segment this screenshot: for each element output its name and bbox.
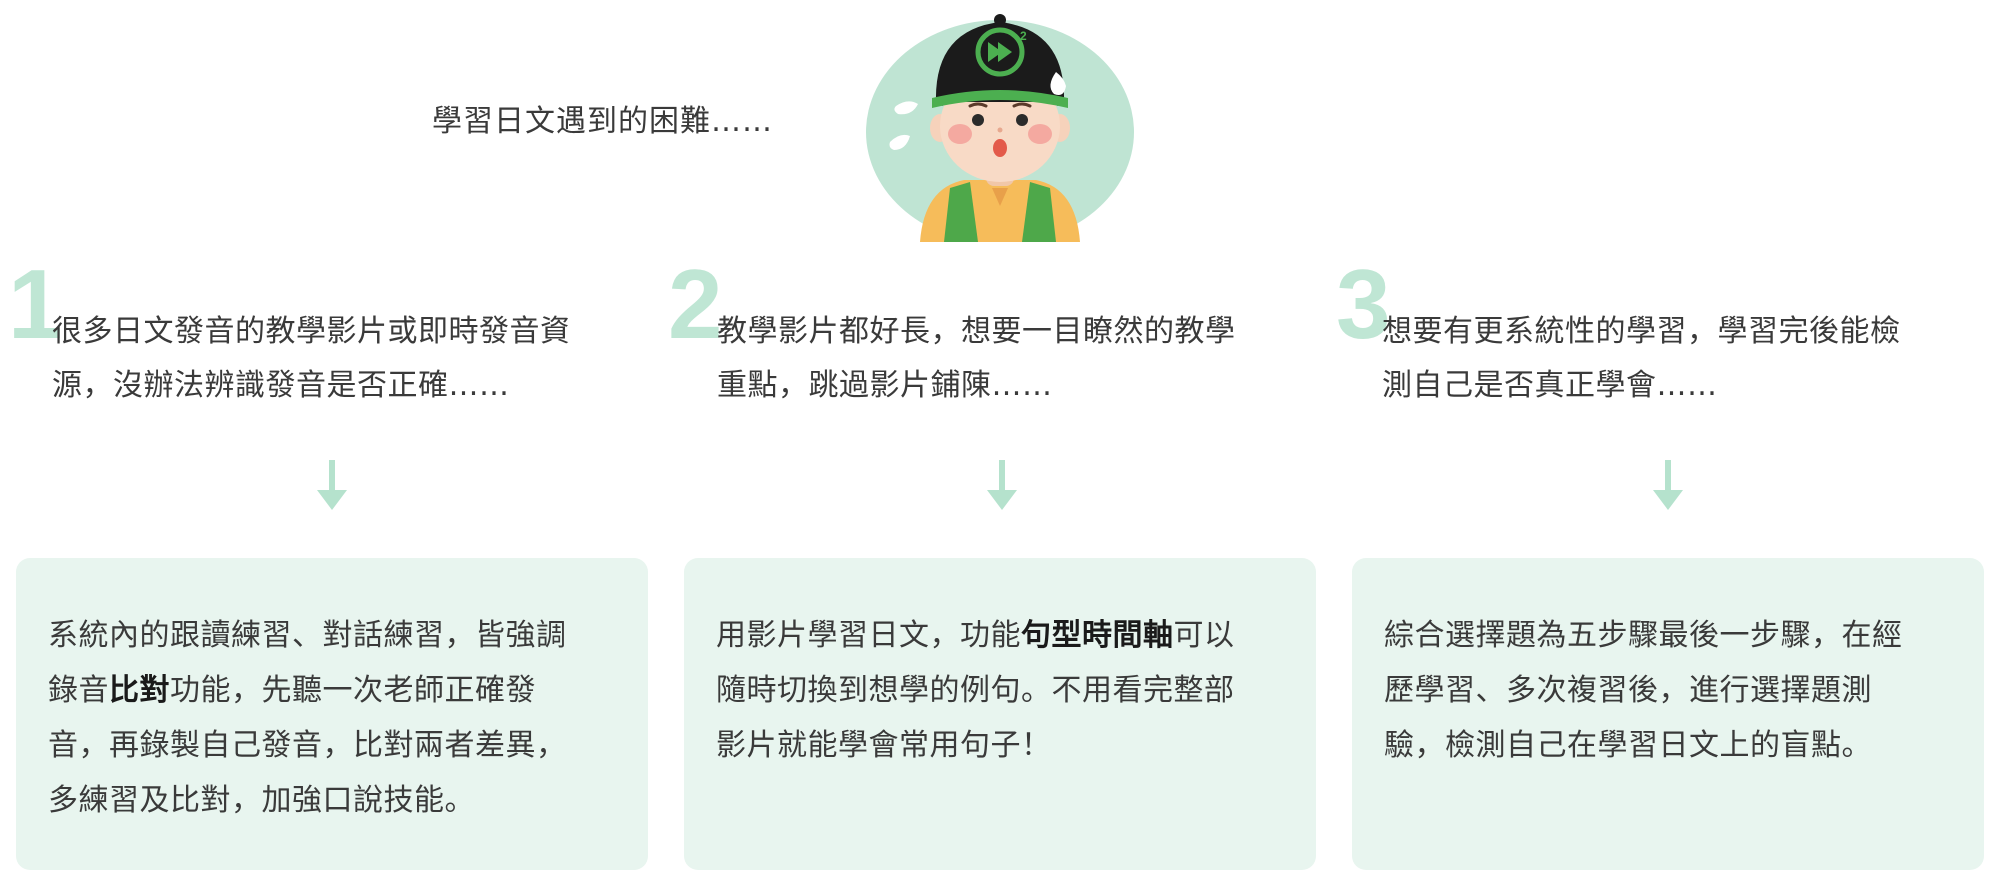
solution-line: 錄音比對功能，先聽一次老師正確發 bbox=[48, 663, 567, 718]
arrow-down-icon bbox=[1653, 460, 1683, 510]
problem-line: 重點，跳過影片鋪陳…… bbox=[717, 368, 1053, 403]
solution-text: 綜合選擇題為五步驟最後一步驟，在經 歷學習、多次複習後，進行選擇題測 驗，檢測自… bbox=[1384, 608, 1903, 773]
highlight-text: 句型時間軸 bbox=[1021, 618, 1174, 653]
problem-line: 很多日文發音的教學影片或即時發音資 bbox=[52, 314, 571, 349]
text-segment: 功能，先聽一次老師正確發 bbox=[170, 673, 536, 708]
text-segment: 可以 bbox=[1173, 618, 1235, 653]
svg-text:2: 2 bbox=[1020, 29, 1027, 43]
solution-card-2: 用影片學習日文，功能句型時間軸可以 隨時切換到想學的例句。不用看完整部 影片就能… bbox=[684, 558, 1316, 870]
solution-text: 系統內的跟讀練習、對話練習，皆強調 錄音比對功能，先聽一次老師正確發 音，再錄製… bbox=[48, 608, 567, 828]
problem-text: 想要有更系統性的學習，學習完後能檢 測自己是否真正學會…… bbox=[1382, 305, 1901, 413]
solution-line: 多練習及比對，加強口說技能。 bbox=[48, 783, 475, 818]
solution-line: 歷學習、多次複習後，進行選擇題測 bbox=[1384, 673, 1872, 708]
solution-line: 音，再錄製自己發音，比對兩者差異， bbox=[48, 728, 567, 763]
solution-line: 驗，檢測自己在學習日文上的盲點。 bbox=[1384, 728, 1872, 763]
step-number: 2 bbox=[668, 249, 723, 359]
problem-line: 源，沒辦法辨識發音是否正確…… bbox=[52, 368, 510, 403]
solution-card-3: 綜合選擇題為五步驟最後一步驟，在經 歷學習、多次複習後，進行選擇題測 驗，檢測自… bbox=[1352, 558, 1984, 870]
problem-line: 教學影片都好長，想要一目瞭然的教學 bbox=[717, 314, 1236, 349]
solution-line: 系統內的跟讀練習、對話練習，皆強調 bbox=[48, 618, 567, 653]
solution-line: 用影片學習日文，功能句型時間軸可以 bbox=[716, 608, 1235, 663]
arrow-down-icon bbox=[987, 460, 1017, 510]
text-segment: 用影片學習日文，功能 bbox=[716, 618, 1021, 653]
text-segment: 錄音 bbox=[48, 673, 109, 708]
solution-line: 隨時切換到想學的例句。不用看完整部 bbox=[716, 673, 1235, 708]
problem-text: 教學影片都好長，想要一目瞭然的教學 重點，跳過影片鋪陳…… bbox=[717, 305, 1236, 413]
solution-card-1: 系統內的跟讀練習、對話練習，皆強調 錄音比對功能，先聽一次老師正確發 音，再錄製… bbox=[16, 558, 648, 870]
problem-line: 想要有更系統性的學習，學習完後能檢 bbox=[1382, 314, 1901, 349]
problem-text: 很多日文發音的教學影片或即時發音資 源，沒辦法辨識發音是否正確…… bbox=[52, 305, 571, 413]
problem-line: 測自己是否真正學會…… bbox=[1382, 368, 1718, 403]
solution-line: 影片就能學會常用句子！ bbox=[716, 728, 1052, 763]
arrow-down-icon bbox=[317, 460, 347, 510]
boy-with-cap-avatar: 2 bbox=[866, 14, 1134, 242]
solution-text: 用影片學習日文，功能句型時間軸可以 隨時切換到想學的例句。不用看完整部 影片就能… bbox=[716, 608, 1235, 773]
solution-line: 綜合選擇題為五步驟最後一步驟，在經 bbox=[1384, 618, 1903, 653]
highlight-text: 比對 bbox=[109, 673, 170, 708]
intro-heading: 學習日文遇到的困難…… bbox=[432, 104, 773, 139]
